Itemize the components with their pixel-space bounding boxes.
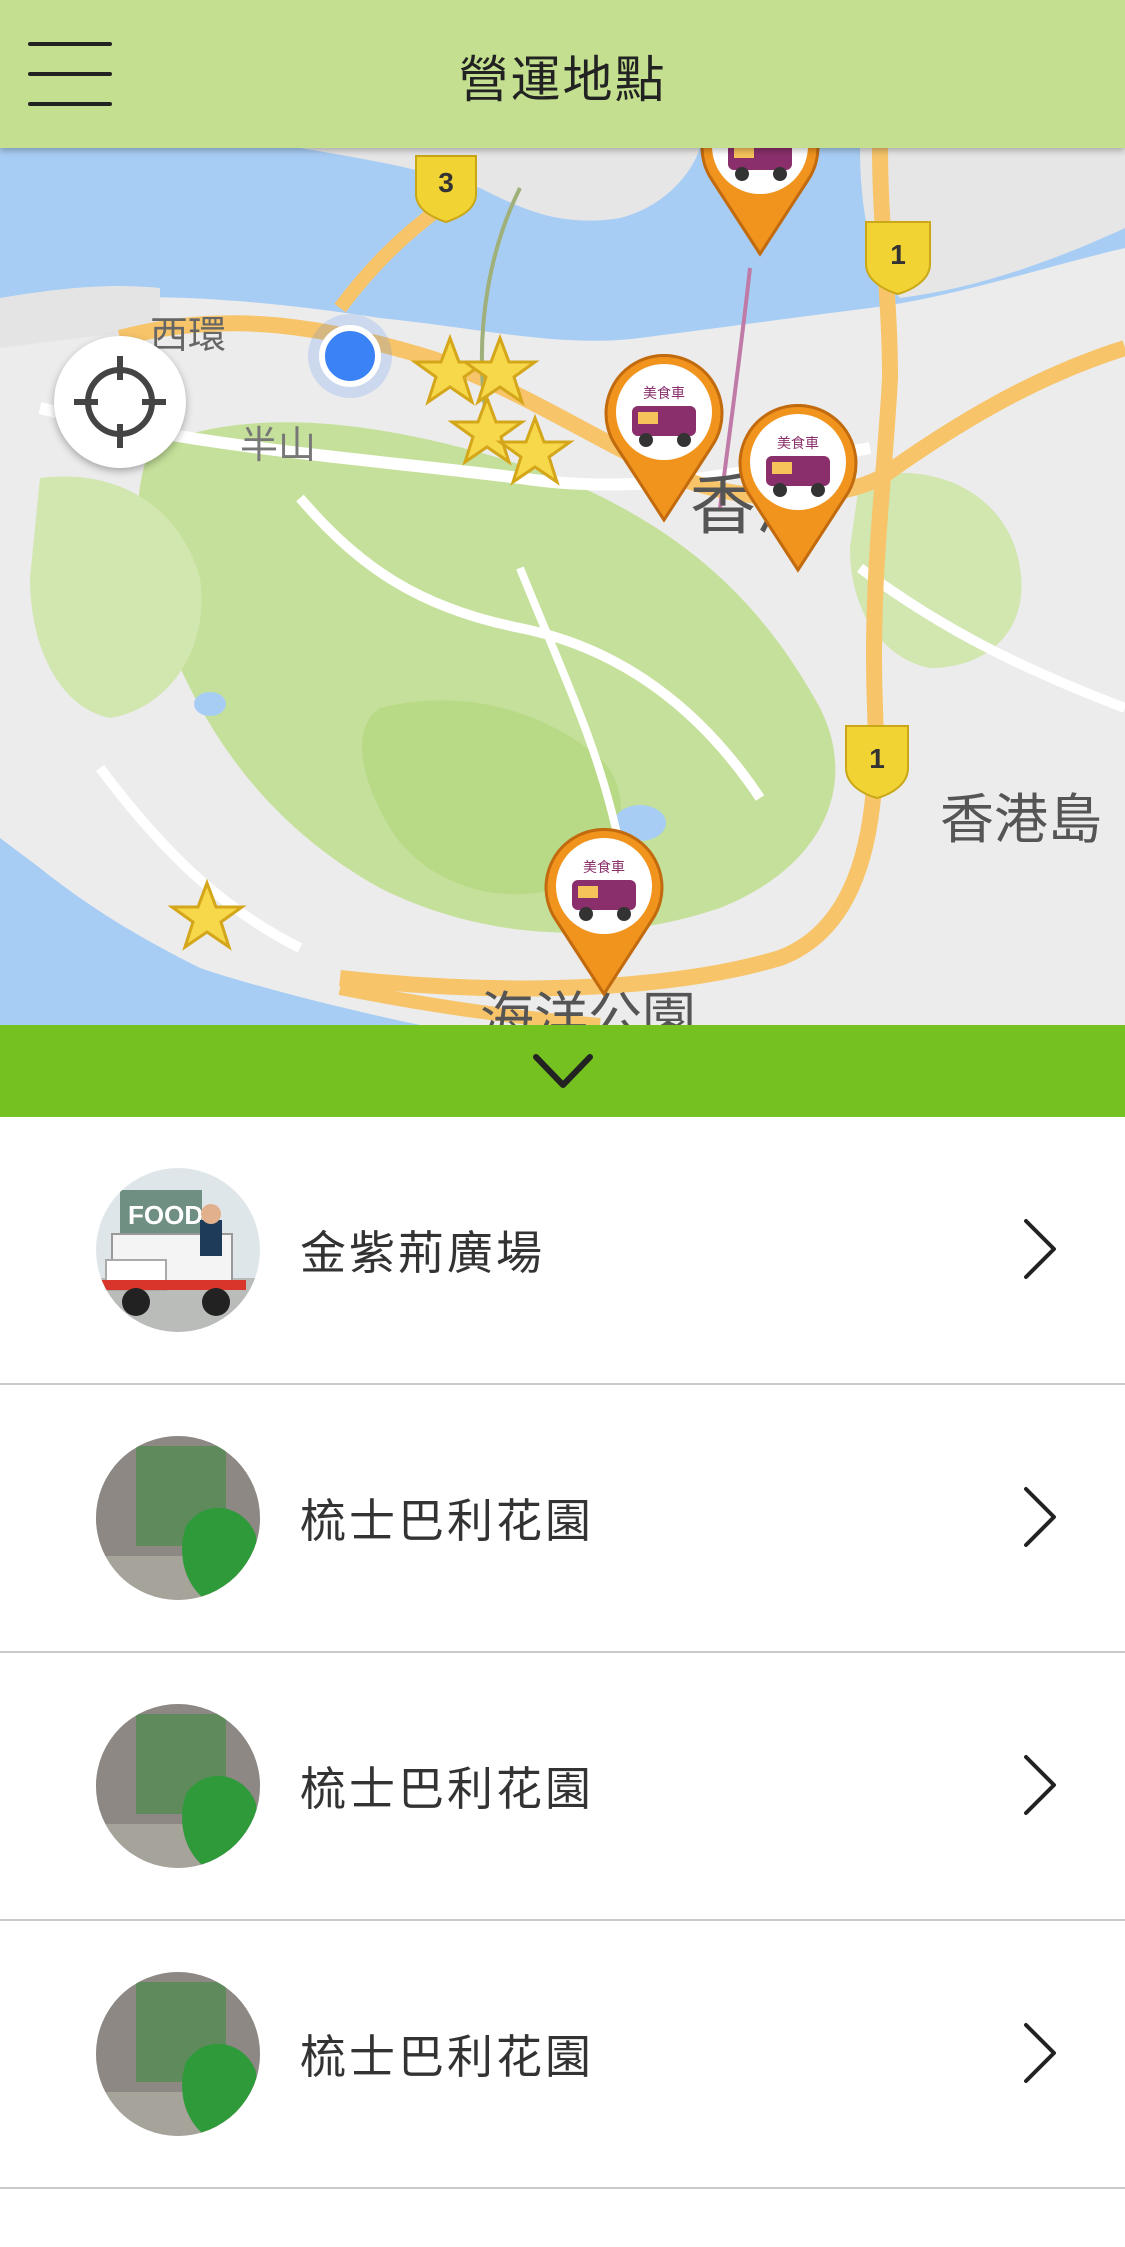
food-truck-pin[interactable]: 美食車	[602, 354, 726, 524]
list-item-label: 金紫荊廣場	[300, 1226, 545, 1280]
chevron-right-icon	[1024, 1487, 1056, 1547]
chevron-right-icon	[1024, 1755, 1056, 1815]
building-garden-photo	[96, 1704, 260, 1868]
list-item[interactable]: 梳士巴利花園	[0, 1385, 1125, 1653]
list-item[interactable]: 梳士巴利花園	[0, 1653, 1125, 1921]
svg-text:美食車: 美食車	[777, 435, 819, 452]
building-garden-photo	[96, 1972, 260, 2136]
svg-text:1: 1	[890, 239, 906, 270]
food-truck-pin[interactable]: 美食車	[698, 148, 822, 258]
svg-text:1: 1	[869, 743, 885, 774]
food-truck-photo: FOOD	[96, 1168, 260, 1332]
list-item[interactable]: FOOD 金紫荊廣場	[0, 1117, 1125, 1385]
list-item-label: 梳士巴利花園	[300, 1762, 594, 1816]
chevron-right-icon	[1024, 1219, 1056, 1279]
user-location-dot	[319, 325, 381, 387]
svg-text:美食車: 美食車	[643, 385, 685, 402]
svg-text:美食車: 美食車	[583, 859, 625, 876]
route-shield-3: 3	[415, 155, 477, 224]
map-label-mid-levels: 半山	[240, 423, 316, 467]
food-truck-pin[interactable]: 美食車	[542, 828, 666, 998]
chevron-right-icon	[1024, 2023, 1056, 2083]
route-shield-1: 1	[865, 221, 931, 296]
chevron-down-icon	[533, 1054, 593, 1088]
map-view[interactable]: 3 1 1 西環 半山 香港 香港島 海洋公園	[0, 148, 1125, 1025]
location-list: FOOD 金紫荊廣場 梳士巴利花園 梳士巴利花園 梳士巴利花園	[0, 1117, 1125, 2189]
page-title: 營運地點	[458, 51, 667, 109]
list-item[interactable]: 梳士巴利花園	[0, 1921, 1125, 2189]
svg-text:3: 3	[438, 167, 454, 198]
route-shield-1-south: 1	[845, 725, 909, 800]
list-item-label: 梳士巴利花園	[300, 2030, 594, 2084]
crosshair-icon[interactable]	[54, 336, 186, 468]
building-garden-photo	[96, 1436, 260, 1600]
app-header: 營運地點	[0, 0, 1125, 148]
svg-text:FOOD: FOOD	[128, 1200, 203, 1230]
list-item-label: 梳士巴利花園	[300, 1494, 594, 1548]
food-truck-pin[interactable]: 美食車	[736, 404, 860, 574]
map-label-hk-island: 香港島	[940, 788, 1102, 851]
collapse-map-button[interactable]	[0, 1025, 1125, 1117]
